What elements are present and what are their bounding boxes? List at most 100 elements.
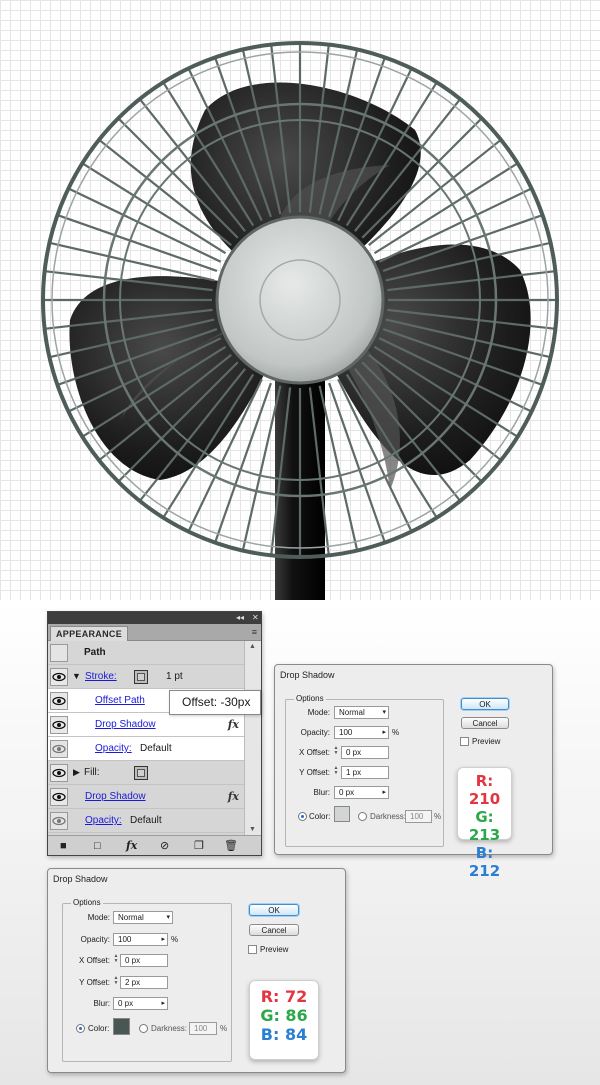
path-row[interactable]: Path <box>48 641 244 665</box>
darkness-radio[interactable] <box>358 812 367 821</box>
mode-select[interactable]: Normal ▾ <box>113 911 173 924</box>
blur-label: Blur: <box>93 999 110 1008</box>
preview-checkbox[interactable] <box>460 737 469 746</box>
color-radio[interactable] <box>298 812 307 821</box>
expand-triangle-icon[interactable]: ▼ <box>72 671 81 681</box>
stroke-swatch[interactable] <box>134 670 148 684</box>
panel-titlebar[interactable]: ◂◂ ✕ <box>48 612 261 624</box>
preview-checkbox[interactable] <box>248 945 257 954</box>
thumbnail-icon <box>50 644 68 662</box>
y-offset-field[interactable]: 2 px <box>120 976 168 989</box>
fan-illustration <box>41 41 559 600</box>
cancel-button[interactable]: Cancel <box>461 717 509 729</box>
visibility-eye-icon[interactable] <box>50 740 68 758</box>
options-group: Options Mode: Normal ▾ Opacity: 100 ▸ % X … <box>62 898 232 1062</box>
dialog-title: Drop Shadow <box>53 874 108 884</box>
drop-shadow-dialog-2: Drop Shadow Options Mode: Normal ▾ Opacit… <box>47 868 346 1073</box>
stroke-row[interactable]: ▼ Stroke: 1 pt <box>48 665 244 689</box>
x-offset-field[interactable]: 0 px <box>120 954 168 967</box>
fx-icon[interactable]: fx <box>228 718 239 731</box>
drop-shadow-row[interactable]: Drop Shadow fx <box>48 785 244 809</box>
fx-icon[interactable]: fx <box>228 790 239 803</box>
scroll-down-icon[interactable]: ▼ <box>249 826 256 833</box>
options-group: Options Mode: Normal ▾ Opacity: 100 ▸ % X … <box>285 694 444 847</box>
red-value: R: 72 <box>260 987 308 1006</box>
blue-value: B: 212 <box>468 844 501 880</box>
visibility-eye-icon[interactable] <box>50 716 68 734</box>
mode-select[interactable]: Normal ▾ <box>334 706 389 719</box>
y-offset-label: Y Offset: <box>79 978 110 987</box>
blur-field[interactable]: 0 px ▸ <box>113 997 168 1010</box>
artwork-canvas <box>0 0 600 600</box>
fill-label: Fill: <box>84 767 100 778</box>
stroke-link[interactable]: Stroke: <box>85 671 117 682</box>
opacity-value: Default <box>130 815 162 826</box>
darkness-radio[interactable] <box>139 1024 148 1033</box>
color-radio[interactable] <box>76 1024 85 1033</box>
collapse-panel-icon[interactable]: ◂◂ <box>236 613 244 623</box>
add-stroke-icon[interactable]: ■ <box>60 840 67 852</box>
cancel-button[interactable]: Cancel <box>249 924 299 936</box>
blur-label: Blur: <box>313 788 330 797</box>
add-fill-icon[interactable]: □ <box>94 840 101 852</box>
mode-label: Mode: <box>307 708 330 717</box>
darkness-field[interactable]: 100 <box>189 1022 217 1035</box>
dialog-title: Drop Shadow <box>280 670 335 680</box>
appearance-list: Path ▼ Stroke: 1 pt Offset Path Drop Sha… <box>48 641 261 835</box>
opacity-field[interactable]: 100 ▸ <box>113 933 168 946</box>
delete-item-icon[interactable]: 🗑 <box>224 840 238 852</box>
path-label: Path <box>84 647 106 658</box>
opacity-label: Opacity: <box>300 728 330 737</box>
shadow-color-swatch[interactable] <box>334 806 350 822</box>
x-offset-stepper[interactable]: ▲ ▼ <box>333 746 339 757</box>
blue-value: B: 84 <box>260 1025 308 1044</box>
drop-shadow-link[interactable]: Drop Shadow <box>85 791 146 802</box>
ok-button[interactable]: OK <box>249 904 299 916</box>
offset-path-link[interactable]: Offset Path <box>95 695 145 706</box>
scroll-up-icon[interactable]: ▲ <box>249 643 256 650</box>
visibility-eye-icon[interactable] <box>50 812 68 830</box>
close-panel-icon[interactable]: ✕ <box>252 613 259 623</box>
blur-field[interactable]: 0 px ▸ <box>334 786 389 799</box>
ok-button[interactable]: OK <box>461 698 509 710</box>
darkness-label: Darkness: <box>370 812 407 821</box>
duplicate-item-icon[interactable]: ❐ <box>194 840 204 852</box>
preview-label: Preview <box>472 737 501 746</box>
clear-appearance-icon[interactable]: ⊘ <box>160 840 169 852</box>
drop-shadow-inner-link[interactable]: Drop Shadow <box>95 719 156 730</box>
y-offset-field[interactable]: 1 px <box>341 766 389 779</box>
x-offset-label: X Offset: <box>79 956 110 965</box>
opacity-unit: % <box>392 728 400 737</box>
darkness-field[interactable]: 100 <box>405 810 432 823</box>
opacity-link[interactable]: Opacity: <box>85 815 122 826</box>
opacity-field[interactable]: 100 ▸ <box>334 726 389 739</box>
darkness-unit: % <box>434 812 442 821</box>
add-effect-icon[interactable]: fx <box>126 840 137 852</box>
tab-appearance[interactable]: APPEARANCE <box>50 626 128 641</box>
stroke-weight[interactable]: 1 pt <box>166 671 183 682</box>
y-offset-stepper[interactable]: ▲ ▼ <box>113 976 119 987</box>
options-label: Options <box>294 694 326 703</box>
collapsed-triangle-icon[interactable]: ▶ <box>73 767 80 778</box>
rgb-value-card: R: 210 G: 213 B: 212 <box>457 767 512 880</box>
visibility-eye-icon[interactable] <box>50 692 68 710</box>
x-offset-stepper[interactable]: ▲ ▼ <box>113 954 119 965</box>
y-offset-stepper[interactable]: ▲ ▼ <box>333 766 339 777</box>
green-value: G: 213 <box>468 808 501 844</box>
panel-menu-icon[interactable]: ≡ <box>252 627 257 637</box>
drop-shadow-inner-row[interactable]: Drop Shadow fx <box>48 713 244 737</box>
preview-label: Preview <box>260 945 289 954</box>
color-label: Color: <box>309 812 331 821</box>
fill-swatch[interactable] <box>134 766 148 780</box>
panel-scrollbar[interactable]: ▲ ▼ <box>244 641 261 835</box>
fill-row[interactable]: ▶ Fill: <box>48 761 244 785</box>
visibility-eye-icon[interactable] <box>50 668 68 686</box>
x-offset-field[interactable]: 0 px <box>341 746 389 759</box>
opacity-inner-row[interactable]: Opacity: Default <box>48 737 244 761</box>
opacity-inner-link[interactable]: Opacity: <box>95 743 132 754</box>
visibility-eye-icon[interactable] <box>50 788 68 806</box>
mode-label: Mode: <box>87 913 110 922</box>
visibility-eye-icon[interactable] <box>50 764 68 782</box>
shadow-color-swatch[interactable] <box>113 1018 130 1035</box>
opacity-row[interactable]: Opacity: Default <box>48 809 244 833</box>
